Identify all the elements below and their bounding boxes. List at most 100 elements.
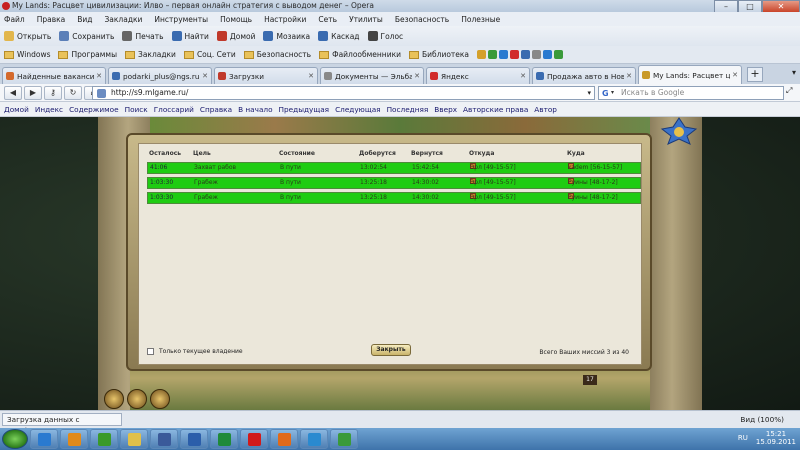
language-indicator[interactable]: RU — [738, 434, 748, 442]
site-nav-link-6[interactable]: В начало — [238, 105, 272, 114]
bookmark-folder-2[interactable]: Закладки — [125, 50, 176, 59]
taskbar-app-8[interactable] — [270, 429, 298, 449]
back-button[interactable]: ◀ — [4, 85, 22, 100]
toolbar-button-4[interactable]: Домой — [216, 31, 255, 41]
site-nav-link-1[interactable]: Индекс — [35, 105, 63, 114]
resource-icon[interactable] — [127, 389, 147, 409]
site-nav-link-2[interactable]: Содержимое — [69, 105, 119, 114]
taskbar-app-10[interactable] — [330, 429, 358, 449]
toolbar-button-1[interactable]: Сохранить — [59, 31, 114, 41]
column-header-5[interactable]: Откуда — [469, 150, 494, 157]
new-tab-button[interactable]: + — [747, 67, 763, 82]
taskbar-app-6[interactable] — [210, 429, 238, 449]
search-engine-dropdown-icon[interactable]: ▾ — [611, 87, 614, 99]
tab-list-dropdown[interactable]: ▾ — [792, 68, 796, 77]
cell-text[interactable]: Эрл [49-15-57] — [470, 163, 516, 173]
tab-6[interactable]: My Lands: Расцвет ци...✕ — [638, 65, 742, 84]
menu-item-2[interactable]: Вид — [77, 15, 92, 24]
taskbar-app-4[interactable] — [150, 429, 178, 449]
site-nav-link-12[interactable]: Автор — [534, 105, 557, 114]
taskbar-app-7[interactable] — [240, 429, 268, 449]
toolbar-button-7[interactable]: Голос — [367, 31, 403, 41]
site-nav-link-10[interactable]: Вверх — [434, 105, 457, 114]
column-header-2[interactable]: Состояние — [279, 150, 315, 157]
game-viewport[interactable]: 17 Осталось Цель Состояние Доберутся Вернутс… — [0, 117, 800, 410]
bookmark-folder-1[interactable]: Программы — [58, 50, 117, 59]
site-nav-link-9[interactable]: Последняя — [387, 105, 429, 114]
tab-close-icon[interactable]: ✕ — [202, 72, 208, 80]
bookmark-folder-5[interactable]: Файлообменники — [319, 50, 401, 59]
tab-close-icon[interactable]: ✕ — [96, 72, 102, 80]
site-nav-link-7[interactable]: Предыдущая — [279, 105, 330, 114]
column-header-6[interactable]: Куда — [567, 150, 585, 157]
current-holding-checkbox[interactable] — [147, 348, 154, 355]
cell-text[interactable]: Руины [48-17-2] — [568, 178, 618, 188]
fullscreen-icon[interactable]: ⤢ — [786, 86, 798, 100]
tab-close-icon[interactable]: ✕ — [626, 72, 632, 80]
bookmark-folder-6[interactable]: Библиотека — [409, 50, 469, 59]
toolbar-button-3[interactable]: Найти — [171, 31, 209, 41]
tab-close-icon[interactable]: ✕ — [414, 72, 420, 80]
table-row[interactable]: 41:06 Захват рабов В пути 13:02:54 15:42:54 Э… — [147, 162, 641, 174]
wand-key-button[interactable]: ⚷ — [44, 85, 62, 100]
bookmark-site-icon[interactable] — [488, 50, 498, 59]
bookmark-folder-0[interactable]: Windows — [4, 50, 50, 59]
menu-item-8[interactable]: Утилиты — [349, 15, 383, 24]
cell-text[interactable]: Эрл [49-15-57] — [470, 193, 516, 203]
site-nav-link-11[interactable]: Авторские права — [463, 105, 528, 114]
tab-close-icon[interactable]: ✕ — [520, 72, 526, 80]
toolbar-button-5[interactable]: Мозаика — [263, 31, 310, 41]
tab-5[interactable]: Продажа авто в Ново...✕ — [532, 67, 636, 84]
menu-item-9[interactable]: Безопасность — [395, 15, 449, 24]
taskbar-app-2[interactable] — [90, 429, 118, 449]
toolbar-button-2[interactable]: Печать — [122, 31, 164, 41]
cell-text[interactable]: Эрл [49-15-57] — [470, 178, 516, 188]
toolbar-button-6[interactable]: Каскад — [318, 31, 360, 41]
bookmark-site-icon[interactable] — [510, 50, 520, 59]
menu-item-3[interactable]: Закладки — [105, 15, 143, 24]
tab-close-icon[interactable]: ✕ — [308, 72, 314, 80]
cell-text[interactable]: kadem [56-15-57] — [568, 163, 622, 173]
cell-text[interactable]: Руины [48-17-2] — [568, 193, 618, 203]
bookmark-site-icon[interactable] — [521, 50, 531, 59]
column-header-4[interactable]: Вернутся — [411, 150, 443, 157]
taskbar-app-9[interactable] — [300, 429, 328, 449]
reload-button[interactable]: ↻ — [64, 85, 82, 100]
menu-item-0[interactable]: Файл — [4, 15, 25, 24]
potion-icon[interactable] — [104, 389, 124, 409]
bookmark-site-icon[interactable] — [554, 50, 564, 59]
tab-close-icon[interactable]: ✕ — [732, 71, 738, 79]
bookmark-folder-3[interactable]: Соц. Сети — [183, 50, 236, 59]
toolbar-button-0[interactable]: Открыть — [4, 31, 51, 41]
tab-0[interactable]: Найденные вакансии...✕ — [2, 67, 106, 84]
tab-1[interactable]: podarki_plus@ngs.ru:...✕ — [108, 67, 212, 84]
taskbar-app-1[interactable] — [60, 429, 88, 449]
current-holding-filter[interactable]: Только текущее владение — [147, 348, 243, 355]
castle-icon[interactable] — [150, 389, 170, 409]
address-bar[interactable]: http://s9.mlgame.ru/ ▾ — [92, 86, 595, 100]
forward-button[interactable]: ▶ — [24, 85, 42, 100]
table-row[interactable]: 1:03:30 Грабеж В пути 13:25:18 14:30:02 Эрл [… — [147, 177, 641, 189]
taskbar-app-0[interactable] — [30, 429, 58, 449]
taskbar-app-3[interactable] — [120, 429, 148, 449]
bookmark-site-icon[interactable] — [477, 50, 487, 59]
bookmark-site-icon[interactable] — [532, 50, 542, 59]
address-dropdown-icon[interactable]: ▾ — [587, 87, 591, 99]
clock[interactable]: 15:21 15.09.2011 — [756, 430, 796, 446]
taskbar-app-5[interactable] — [180, 429, 208, 449]
tab-2[interactable]: Загрузки ✕ — [214, 67, 318, 84]
menu-item-1[interactable]: Правка — [37, 15, 66, 24]
menu-item-4[interactable]: Инструменты — [154, 15, 208, 24]
menu-item-5[interactable]: Помощь — [220, 15, 252, 24]
site-nav-link-4[interactable]: Глоссарий — [154, 105, 194, 114]
site-nav-link-0[interactable]: Домой — [4, 105, 29, 114]
site-nav-link-8[interactable]: Следующая — [335, 105, 381, 114]
tab-3[interactable]: Документы — Эльба ✕ — [320, 67, 424, 84]
site-nav-link-5[interactable]: Справка — [200, 105, 232, 114]
column-header-3[interactable]: Доберутся — [359, 150, 396, 157]
bookmark-site-icon[interactable] — [499, 50, 509, 59]
menu-item-7[interactable]: Сеть — [318, 15, 337, 24]
search-input[interactable]: G ▾ Искать в Google — [598, 86, 784, 100]
start-button[interactable] — [2, 429, 28, 449]
column-header-1[interactable]: Цель — [193, 150, 211, 157]
